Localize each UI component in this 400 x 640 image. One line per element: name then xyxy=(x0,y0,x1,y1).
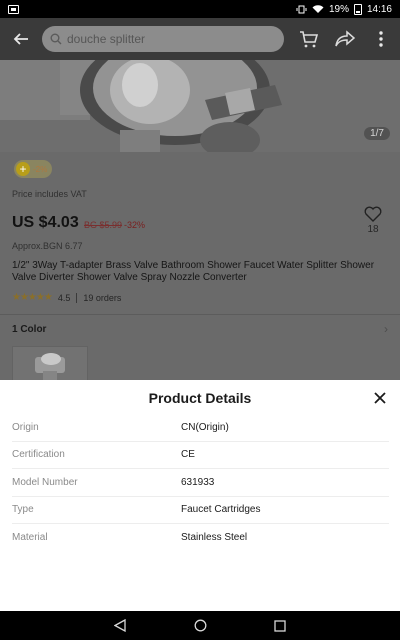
vat-note: Price includes VAT xyxy=(12,189,87,199)
rating-separator xyxy=(76,292,78,303)
swatch-thumbnail xyxy=(13,347,87,380)
screen: 19% 14:16 douche splitter 1/7 + -2% Pric… xyxy=(0,0,400,640)
header-actions xyxy=(298,28,392,50)
detail-row-certification: Certification CE xyxy=(12,442,389,469)
detail-row-material: Material Stainless Steel xyxy=(12,524,389,552)
detail-key: Type xyxy=(12,504,34,516)
heart-icon xyxy=(364,206,382,222)
chevron-right-icon[interactable]: › xyxy=(384,322,388,336)
product-image[interactable]: 1/7 xyxy=(0,60,400,152)
coin-discount: -2% xyxy=(33,164,48,174)
triangle-back-icon xyxy=(114,619,126,632)
cart-button[interactable] xyxy=(298,28,320,50)
detail-value: CN(Origin) xyxy=(181,421,229,433)
status-bar: 19% 14:16 xyxy=(0,0,400,18)
wishlist-count: 18 xyxy=(367,224,379,235)
color-swatch[interactable] xyxy=(12,346,88,380)
wishlist-button[interactable]: 18 xyxy=(360,206,386,240)
approx-price: Approx.BGN 6.77 xyxy=(12,241,83,251)
sheet-title: Product Details xyxy=(148,390,252,406)
battery-icon xyxy=(353,3,362,15)
price: US $4.03 xyxy=(12,214,79,231)
more-button[interactable] xyxy=(370,28,392,50)
search-icon xyxy=(50,33,62,45)
clock: 14:16 xyxy=(366,3,392,15)
detail-key: Certification xyxy=(12,449,65,461)
details-list: Origin CN(Origin) Certification CE Model… xyxy=(12,414,389,552)
detail-value: CE xyxy=(181,449,195,461)
divider xyxy=(0,314,400,315)
status-right: 19% 14:16 xyxy=(296,3,392,15)
circle-home-icon xyxy=(194,619,206,632)
more-icon xyxy=(379,31,383,47)
system-nav-bar xyxy=(0,611,400,640)
nav-home-button[interactable] xyxy=(190,616,210,636)
old-price: BG $5.99 xyxy=(84,220,123,230)
rating-row[interactable]: ★★★★★ 4.5 19 orders xyxy=(12,292,121,303)
wifi-icon xyxy=(312,4,324,13)
close-icon xyxy=(374,392,386,404)
app-header: douche splitter xyxy=(0,18,400,60)
detail-key: Material xyxy=(12,532,48,544)
square-recents-icon xyxy=(274,619,286,632)
detail-value: 631933 xyxy=(181,476,215,488)
product-details-sheet: Product Details Origin CN(Origin) Certif… xyxy=(0,380,400,611)
orders-count: 19 orders xyxy=(83,292,122,303)
discount-percent: -32% xyxy=(124,220,146,230)
detail-row-origin: Origin CN(Origin) xyxy=(12,414,389,442)
detail-row-model-number: Model Number 631933 xyxy=(12,469,389,497)
detail-key: Model Number xyxy=(12,476,78,488)
coin-plus-icon: + xyxy=(16,162,30,176)
share-icon xyxy=(335,30,355,47)
image-counter: 1/7 xyxy=(364,127,390,140)
detail-key: Origin xyxy=(12,421,39,433)
product-title: 1/2" 3Way T-adapter Brass Valve Bathroom… xyxy=(12,260,375,283)
share-button[interactable] xyxy=(334,28,356,50)
detail-row-type: Type Faucet Cartridges xyxy=(12,497,389,524)
coin-badge[interactable]: + -2% xyxy=(14,160,52,178)
status-left xyxy=(8,4,19,14)
back-arrow-icon xyxy=(13,33,28,45)
nav-back-button[interactable] xyxy=(110,616,130,636)
product-info: + -2% Price includes VAT US $4.03 BG $5.… xyxy=(0,152,400,380)
back-button[interactable] xyxy=(8,26,34,52)
battery-percent: 19% xyxy=(328,3,349,15)
rating-stars: ★★★★★ xyxy=(12,292,53,303)
nav-recents-button[interactable] xyxy=(270,616,290,636)
cart-icon xyxy=(300,31,319,48)
search-placeholder: douche splitter xyxy=(67,32,146,46)
rating-value: 4.5 xyxy=(57,292,71,303)
detail-value: Faucet Cartridges xyxy=(181,504,261,516)
vibrate-icon xyxy=(296,5,307,13)
faucet-valve-image xyxy=(0,60,400,152)
search-input[interactable]: douche splitter xyxy=(42,26,284,52)
detail-value: Stainless Steel xyxy=(181,532,248,544)
color-label[interactable]: 1 Color xyxy=(12,324,46,335)
close-button[interactable] xyxy=(370,388,390,408)
notification-icon xyxy=(8,4,19,14)
